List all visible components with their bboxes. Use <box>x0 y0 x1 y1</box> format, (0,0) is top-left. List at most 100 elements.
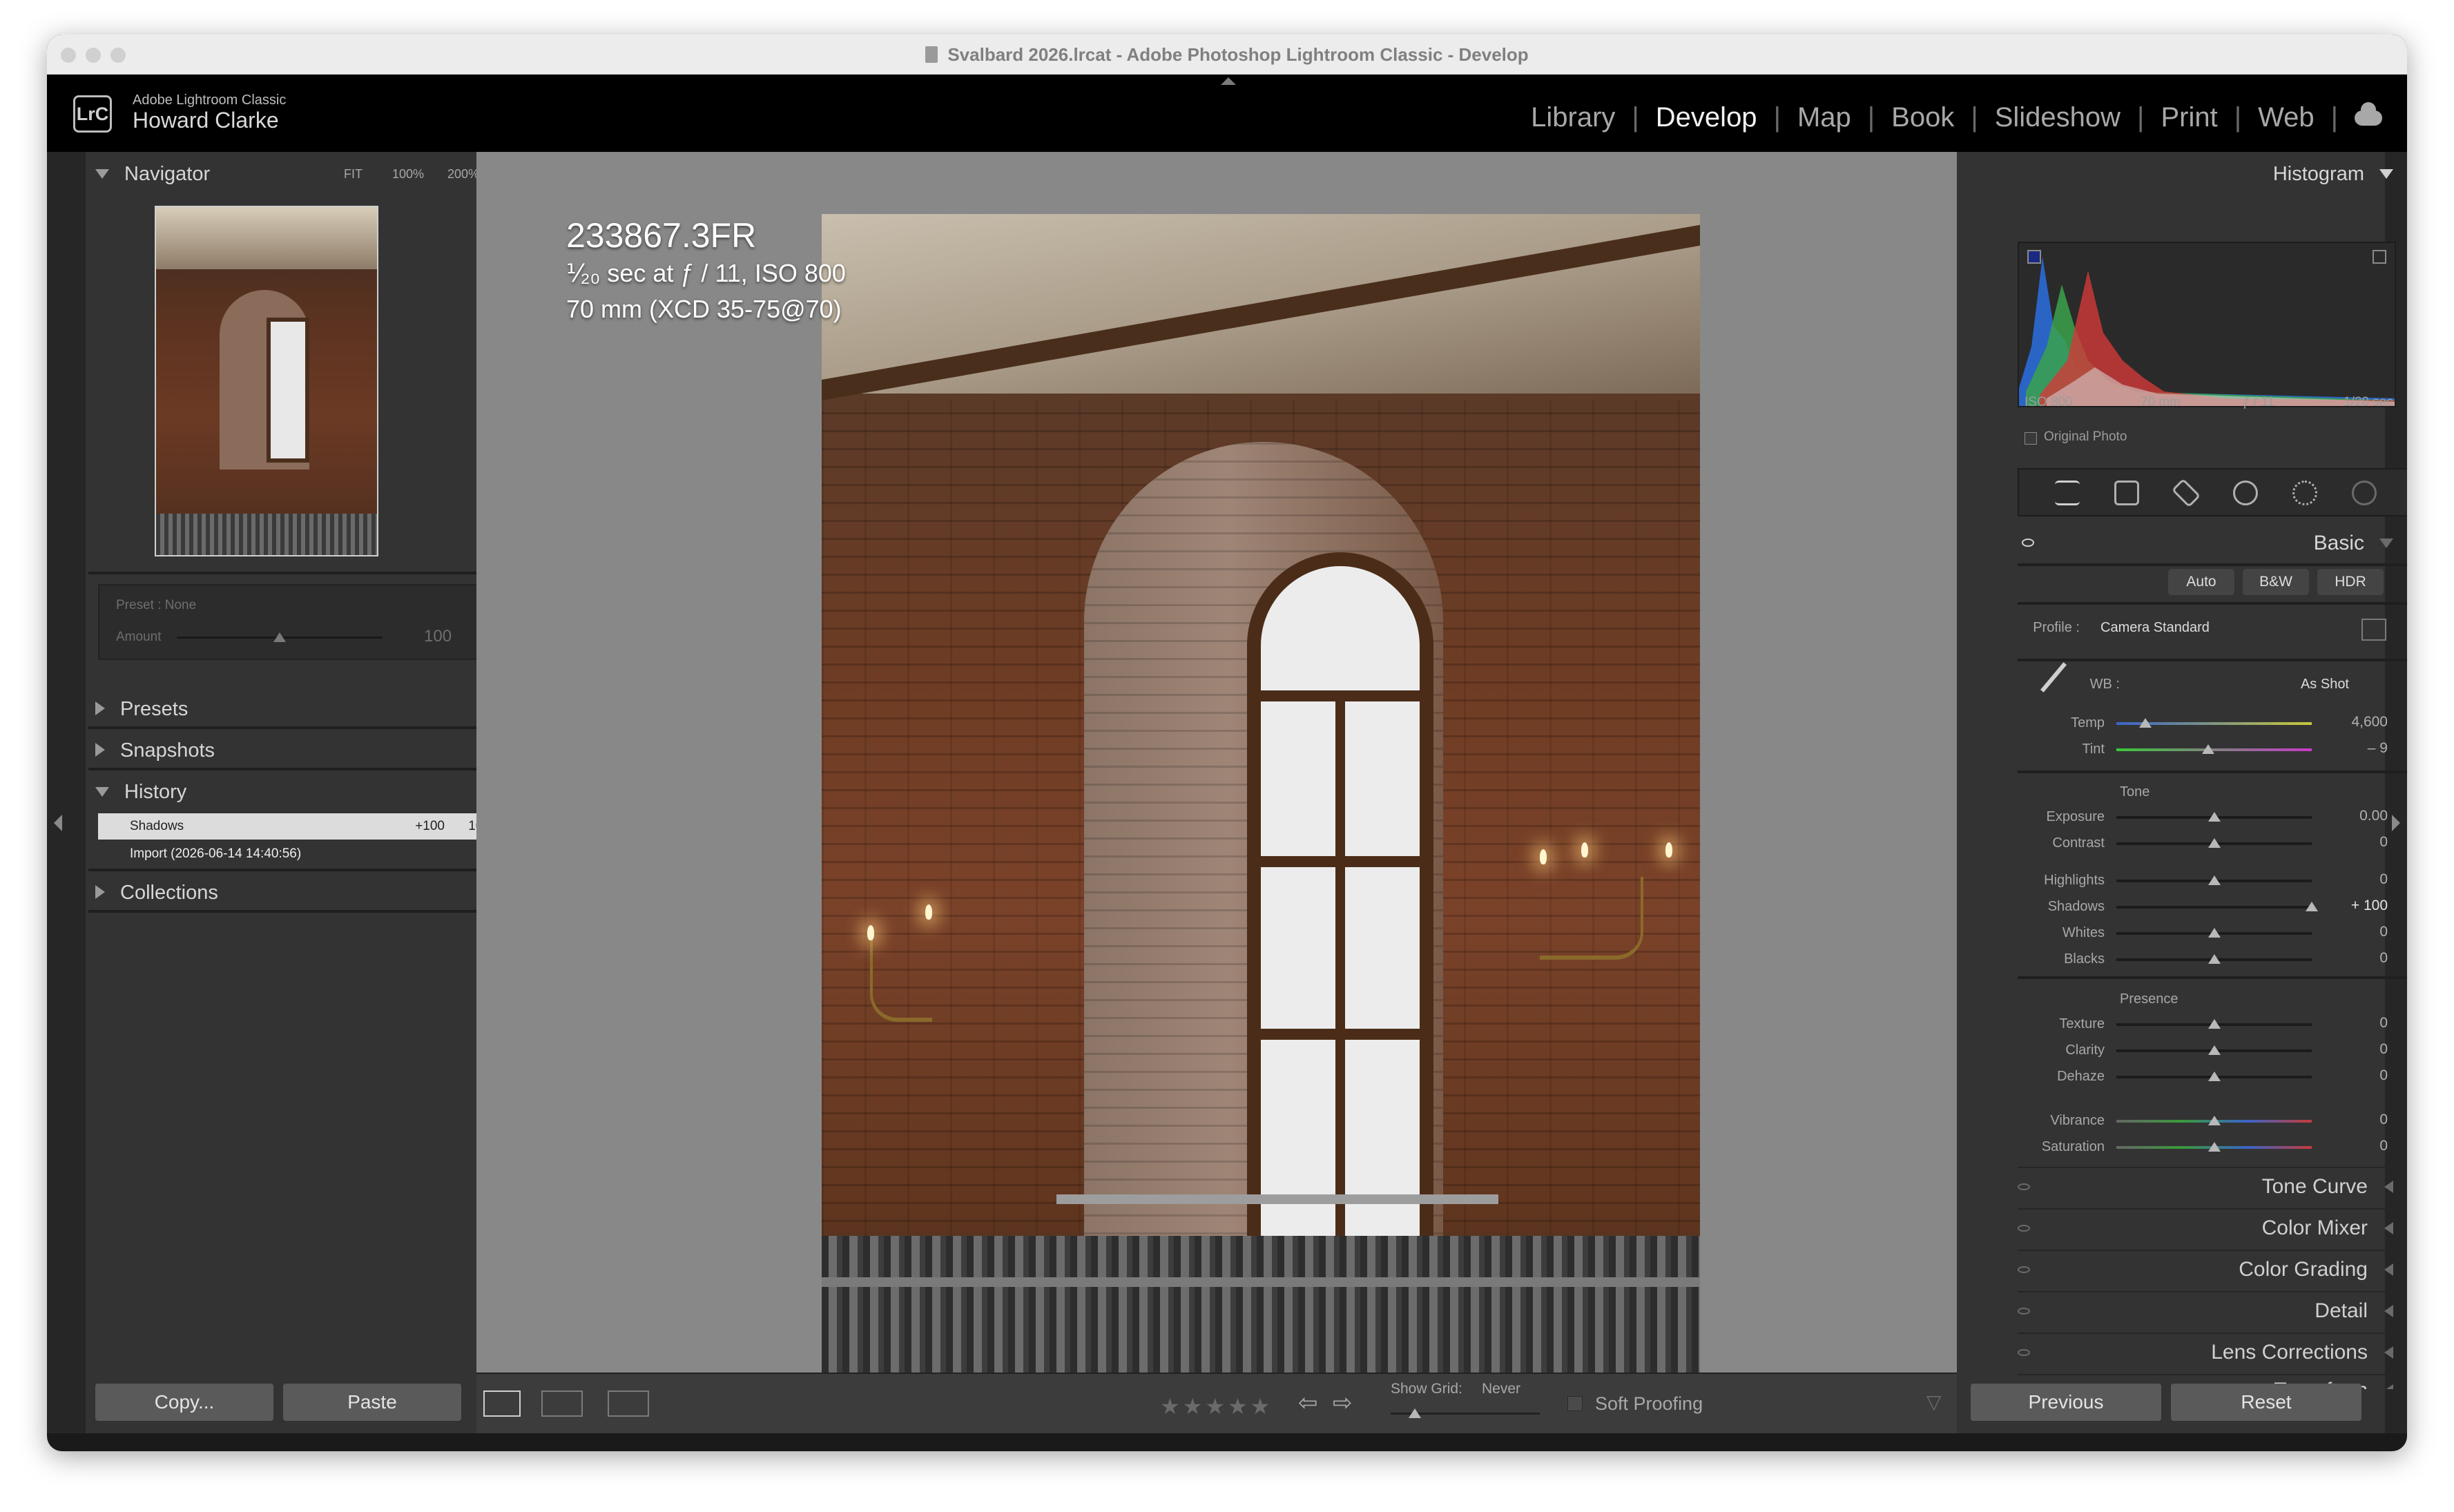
soft-proofing-checkbox[interactable] <box>1567 1396 1583 1411</box>
visibility-icon[interactable] <box>2018 1183 2030 1190</box>
expand-icon <box>2384 1346 2393 1359</box>
lens-corrections-panel-header[interactable]: Lens Corrections <box>2018 1332 2407 1370</box>
module-library[interactable]: Library <box>1514 102 1632 133</box>
profile-browser-icon[interactable] <box>2361 619 2386 641</box>
shadows-value[interactable]: + 100 <box>2332 898 2388 914</box>
expand-left-panel-icon[interactable] <box>54 815 62 831</box>
module-develop[interactable]: Develop <box>1639 102 1774 133</box>
color-mixer-panel-header[interactable]: Color Mixer <box>2018 1208 2407 1246</box>
module-web[interactable]: Web <box>2241 102 2331 133</box>
previous-photo-icon[interactable]: ⇦ <box>1298 1389 1318 1417</box>
saturation-value[interactable]: 0 <box>2332 1138 2388 1154</box>
saturation-slider-thumb[interactable] <box>2207 1142 2221 1152</box>
tone-curve-panel-header[interactable]: Tone Curve <box>2018 1167 2407 1204</box>
original-photo-checkbox[interactable] <box>2025 432 2037 445</box>
copy-button[interactable]: Copy... <box>95 1384 273 1421</box>
navigator-preview[interactable] <box>155 206 378 556</box>
show-grid-select[interactable]: Never <box>1482 1381 1520 1397</box>
auto-button[interactable]: Auto <box>2168 569 2234 595</box>
dehaze-slider-thumb[interactable] <box>2207 1072 2221 1081</box>
texture-value[interactable]: 0 <box>2332 1015 2388 1031</box>
collections-panel-header[interactable]: Collections+. <box>95 874 510 911</box>
zoom-fit-option[interactable]: FIT <box>344 155 363 193</box>
paste-button[interactable]: Paste <box>283 1384 461 1421</box>
highlight-clipping-icon[interactable] <box>2373 250 2386 264</box>
history-item[interactable]: Import (2026-06-14 14:40:56) <box>98 841 505 867</box>
dehaze-value[interactable]: 0 <box>2332 1067 2388 1084</box>
visibility-icon[interactable] <box>2018 1266 2030 1273</box>
collapse-top-panel-icon[interactable] <box>1221 77 1236 85</box>
blacks-slider-thumb[interactable] <box>2207 954 2221 964</box>
crop-icon[interactable] <box>2114 481 2139 505</box>
histogram-iso: ISO 800 <box>2025 395 2073 409</box>
color-grading-panel-header[interactable]: Color Grading <box>2018 1250 2407 1287</box>
shadow-clipping-icon[interactable] <box>2027 250 2041 264</box>
exposure-slider-thumb[interactable] <box>2207 812 2221 822</box>
whites-value[interactable]: 0 <box>2332 924 2388 940</box>
soft-proofing-label: Soft Proofing <box>1595 1393 1703 1414</box>
bw-button[interactable]: B&W <box>2243 569 2309 595</box>
previous-button[interactable]: Previous <box>1971 1384 2161 1421</box>
healing-icon[interactable] <box>2171 478 2201 508</box>
zoom-100-option[interactable]: 100% <box>392 155 424 193</box>
amount-slider-thumb[interactable] <box>273 632 286 642</box>
histogram[interactable] <box>2018 242 2396 407</box>
module-slideshow[interactable]: Slideshow <box>1978 102 2137 133</box>
contrast-slider-thumb[interactable] <box>2207 838 2221 848</box>
visibility-icon[interactable] <box>2018 1349 2030 1356</box>
whites-slider-thumb[interactable] <box>2207 928 2221 938</box>
module-print[interactable]: Print <box>2144 102 2234 133</box>
loupe-view-icon[interactable] <box>483 1390 521 1417</box>
toolbar-menu-icon[interactable]: ▽ <box>1926 1390 1942 1413</box>
navigator-header[interactable]: Navigator FIT 100% 200% <box>95 155 510 193</box>
highlights-slider-thumb[interactable] <box>2207 875 2221 885</box>
edit-sliders-icon[interactable] <box>2055 481 2080 505</box>
texture-slider-thumb[interactable] <box>2207 1019 2221 1029</box>
temp-slider-thumb[interactable] <box>2139 718 2152 728</box>
histogram-header[interactable]: Histogram <box>2018 155 2407 193</box>
tint-value[interactable]: – 9 <box>2332 740 2388 757</box>
history-item[interactable]: Shadows +100 100 <box>98 813 505 840</box>
wb-select[interactable]: As Shot <box>2245 677 2349 692</box>
snapshots-panel-header[interactable]: Snapshots+ <box>95 732 510 769</box>
photo-filename: 233867.3FR <box>566 216 757 255</box>
tint-slider-thumb[interactable] <box>2202 744 2214 754</box>
original-photo-label: Original Photo <box>2044 429 2127 444</box>
profile-select[interactable]: Camera Standard <box>2100 620 2225 636</box>
temp-value[interactable]: 4,600 <box>2332 714 2388 730</box>
main-photo[interactable] <box>822 214 1700 1381</box>
visibility-icon[interactable] <box>2018 1308 2030 1315</box>
detail-panel-header[interactable]: Detail <box>2018 1291 2407 1328</box>
exposure-value[interactable]: 0.00 <box>2332 808 2388 824</box>
history-panel-header[interactable]: History× <box>95 773 510 811</box>
before-after-lr-icon[interactable] <box>541 1390 583 1417</box>
zoom-200-option[interactable]: 200% <box>447 155 479 193</box>
contrast-value[interactable]: 0 <box>2332 834 2388 851</box>
star-rating[interactable]: ★★★★★ <box>1160 1393 1273 1419</box>
module-book[interactable]: Book <box>1875 102 1971 133</box>
highlights-value[interactable]: 0 <box>2332 871 2388 888</box>
shadows-slider[interactable] <box>2116 906 2312 909</box>
vibrance-value[interactable]: 0 <box>2332 1112 2388 1128</box>
expand-right-panel-icon[interactable] <box>2392 815 2400 831</box>
clarity-slider-thumb[interactable] <box>2207 1045 2221 1055</box>
blacks-value[interactable]: 0 <box>2332 950 2388 967</box>
cloud-icon[interactable] <box>2355 101 2382 126</box>
basic-panel-header[interactable]: Basic <box>2018 525 2407 562</box>
visibility-icon[interactable] <box>2018 1225 2030 1232</box>
reset-mask-icon[interactable] <box>2352 481 2377 505</box>
reset-button[interactable]: Reset <box>2171 1384 2361 1421</box>
masking-icon[interactable] <box>2292 481 2317 505</box>
before-after-tb-icon[interactable] <box>608 1390 649 1417</box>
divider <box>2018 563 2407 566</box>
grid-size-slider-thumb[interactable] <box>1409 1408 1421 1418</box>
clarity-value[interactable]: 0 <box>2332 1041 2388 1058</box>
presets-panel-header[interactable]: Presets+. <box>95 690 510 728</box>
vibrance-slider-thumb[interactable] <box>2207 1116 2221 1125</box>
shadows-slider-thumb[interactable] <box>2306 902 2318 911</box>
profile-label: Profile : <box>2033 620 2080 635</box>
hdr-button[interactable]: HDR <box>2317 569 2384 595</box>
module-map[interactable]: Map <box>1781 102 1868 133</box>
next-photo-icon[interactable]: ⇨ <box>1333 1389 1353 1417</box>
red-eye-icon[interactable] <box>2233 481 2258 505</box>
